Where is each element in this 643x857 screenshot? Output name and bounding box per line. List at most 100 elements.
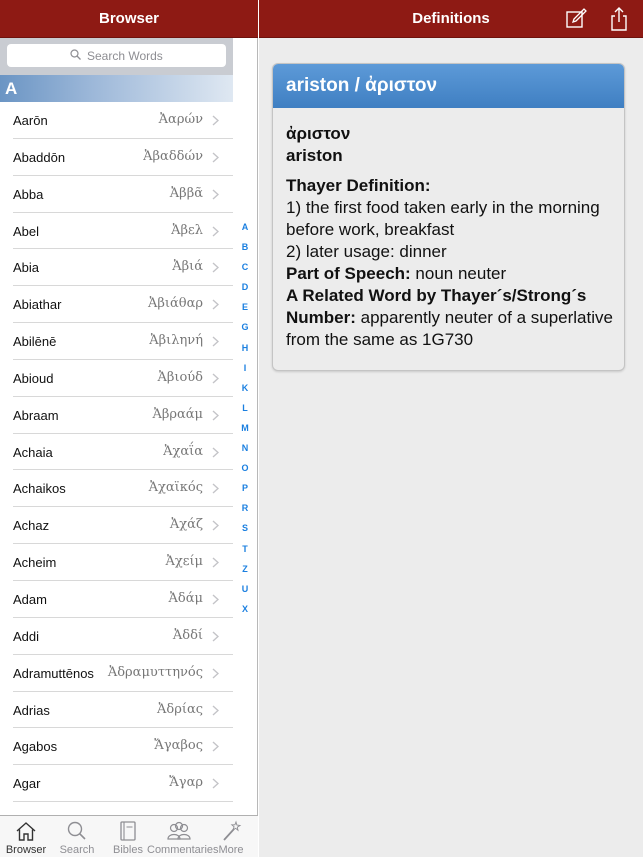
chevron-right-icon [212,520,219,531]
search-input[interactable] [87,47,217,64]
list-item[interactable]: Acheim Ἀχείμ [0,544,233,581]
list-item[interactable]: Addi Ἀδδί [0,618,233,655]
list-item[interactable]: Abraam Ἀβραάμ [0,397,233,434]
chevron-right-icon [212,668,219,679]
list-item[interactable]: Agabos Ἄγαβος [0,728,233,766]
word-greek: Ἀχαΐα [163,443,203,459]
chevron-right-icon [212,778,219,789]
word-greek: Ἀδδί [172,627,203,643]
chevron-right-icon [212,704,219,716]
list-item[interactable]: Abioud Ἀβιούδ [0,360,233,397]
word-english: Achaz [13,518,50,534]
search-field[interactable] [7,44,226,67]
index-letter[interactable]: G [236,322,254,342]
definitions-nav-bar: Definitions [259,0,643,38]
index-letter[interactable]: Z [236,564,254,584]
word-english: Abel [13,223,40,239]
index-letter[interactable]: N [236,443,254,463]
word-greek: Ἀβιάθαρ [147,296,203,312]
list-item[interactable]: Abba Ἀββᾶ [0,176,233,213]
definition-line-2: 2) later usage: dinner [286,242,447,261]
list-item[interactable]: Aarōn Ἀαρών [0,102,233,139]
section-header: A [0,75,233,102]
index-letter[interactable]: R [236,503,254,523]
chevron-right-icon [212,410,219,421]
tab-more[interactable]: More [205,818,257,856]
word-greek: Ἀβιά [172,259,203,275]
index-letter[interactable]: P [236,483,254,503]
share-button[interactable] [606,6,632,32]
thayer-label: Thayer Definition: [286,176,431,195]
index-letter[interactable]: I [236,363,254,383]
word-english: Adam [13,591,47,607]
word-english: Abraam [13,407,59,423]
list-item[interactable]: Achaikos Ἀχαϊκός [0,470,233,508]
index-letter[interactable]: H [236,343,254,363]
word-english: Addi [13,628,40,644]
index-letter[interactable]: A [236,222,254,242]
index-letter[interactable]: B [236,242,254,262]
index-letter[interactable]: M [236,423,254,443]
word-greek: Ἀββᾶ [169,185,203,201]
word-english: Adramuttēnos [13,665,94,681]
index-letter[interactable]: E [236,302,254,322]
list-item[interactable]: Abel Ἀβελ [0,213,233,250]
definition-card: ariston / ἀριστον ἀριστον ariston Thayer… [272,63,625,371]
word-greek: Ἀαρών [158,112,203,127]
list-item[interactable]: Abilēnē Ἀβιληνή [0,323,233,360]
alphabet-index[interactable]: ABCDEGHIKLMNOPRSTZUX [236,222,254,624]
word-english: Achaia [13,444,53,460]
people-icon [167,821,191,840]
word-greek: Ἀβραάμ [152,406,203,422]
list-item[interactable]: Achaia Ἀχαΐα [0,434,233,471]
row-divider [13,801,233,803]
word-greek: Ἀχάζ [169,517,203,533]
index-letter[interactable]: D [236,282,254,302]
word-greek: Ἄγαβος [154,738,203,754]
word-greek: Ἀβιούδ [157,369,203,385]
list-item[interactable]: Adrias Ἀδρίας [0,692,233,729]
word-english: Abia [13,260,40,276]
index-letter[interactable]: O [236,463,254,483]
list-item[interactable]: Abiathar Ἀβιάθαρ [0,286,233,324]
index-letter[interactable]: T [236,544,254,564]
chevron-right-icon [212,373,219,384]
list-item[interactable]: Abaddōn Ἀβαδδών [0,139,233,176]
word-greek: Ἀβελ [171,222,203,238]
word-greek: Ἀδρίας [156,701,203,717]
word-english: Agar [13,776,41,792]
chevron-right-icon [212,483,219,494]
related-word: A Related Word by Thayer´s/Strong´s Numb… [286,285,614,351]
word-greek: Ἀδάμ [168,590,203,606]
search-bar [0,38,233,75]
word-greek: Ἀχείμ [165,554,203,570]
tab-label: More [218,844,244,856]
word-english: Abiathar [13,297,62,313]
chevron-right-icon [212,447,219,458]
pos-label: Part of Speech: [286,264,411,283]
list-item[interactable]: Agar Ἄγαρ [0,765,233,803]
chevron-right-icon [212,631,219,642]
list-item[interactable]: Achaz Ἀχάζ [0,507,233,545]
word-english: Abioud [13,370,54,386]
browser-title: Browser [98,10,160,27]
word-english: Abilēnē [13,334,57,350]
compose-icon [566,8,587,28]
greek-word: ἀριστον [286,124,351,143]
index-letter[interactable]: S [236,523,254,543]
definition-header: ariston / ἀριστον [273,64,624,108]
index-letter[interactable]: C [236,262,254,282]
word-greek: Ἀβαδδών [143,148,203,164]
compose-button[interactable] [563,6,589,32]
search-icon [67,821,86,840]
list-item[interactable]: Adam Ἀδάμ [0,581,233,618]
index-letter[interactable]: U [236,584,254,604]
list-item[interactable]: Adramuttēnos Ἀδραμυττηνός [0,655,233,692]
list-item[interactable]: Abia Ἀβιά [0,249,233,287]
index-letter[interactable]: L [236,403,254,423]
book-icon [120,821,136,841]
index-letter[interactable]: K [236,383,254,403]
tab-commentaries[interactable]: Commentaries [147,818,219,856]
search-icon [70,49,81,60]
index-letter[interactable]: X [236,604,254,624]
